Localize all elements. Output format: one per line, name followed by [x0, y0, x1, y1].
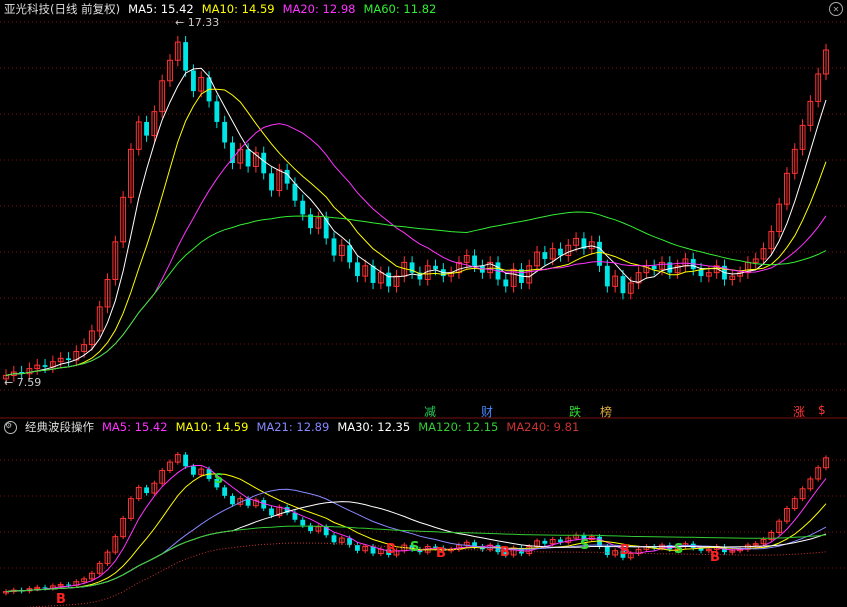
buy-mark: B	[386, 542, 396, 557]
signal-marker: 减	[424, 405, 437, 419]
top-candle	[292, 183, 298, 201]
top-candle	[245, 149, 251, 167]
top-candle	[558, 248, 563, 256]
bottom-candle	[222, 487, 228, 496]
top-candle	[269, 173, 274, 191]
sell-mark: S	[580, 538, 590, 553]
top-candle	[503, 279, 509, 287]
top-candle	[144, 121, 149, 136]
signal-marker: $	[818, 403, 826, 417]
signal-marker: 跌	[569, 405, 582, 419]
signal-marker: 榜	[600, 405, 613, 419]
top-candle	[300, 200, 306, 215]
bottom-candle	[542, 540, 548, 544]
buy-mark: B	[436, 546, 446, 561]
bottom-candle	[66, 584, 71, 586]
top-candle	[42, 365, 48, 367]
bottom-candle	[191, 466, 196, 475]
bottom-candle	[300, 519, 306, 526]
top-candle	[323, 217, 329, 239]
bottom-candle	[331, 535, 337, 543]
kline-chart[interactable]	[0, 0, 847, 607]
b-ma5-line	[5, 464, 827, 593]
top-candle	[472, 255, 477, 266]
top-candle	[604, 265, 610, 287]
top-candle	[331, 238, 337, 256]
buy-mark: B	[56, 592, 66, 607]
top-candle	[183, 42, 189, 71]
bottom-candle	[183, 454, 189, 467]
top-candle	[347, 245, 353, 263]
sell-mark: S	[214, 472, 224, 487]
signal-marker: 财	[481, 405, 494, 419]
top-candle	[597, 241, 602, 266]
signal-marker: 涨	[793, 405, 806, 419]
bottom-candle	[42, 587, 48, 589]
buy-mark: B	[710, 550, 720, 565]
low-price-label: ← 7.59	[4, 376, 42, 389]
top-candle	[66, 358, 71, 361]
top-candle	[542, 252, 548, 259]
sell-mark: S	[410, 540, 420, 555]
bottom-candle	[355, 545, 360, 551]
bottom-candle	[604, 546, 610, 555]
top-candle	[386, 272, 392, 287]
top-candle	[214, 101, 220, 122]
buy-mark: B	[500, 545, 510, 560]
top-candle	[222, 121, 228, 143]
ma10-line	[5, 88, 827, 376]
bottom-candle	[230, 495, 235, 505]
bottom-candle	[144, 487, 149, 494]
ma60-line	[5, 211, 827, 376]
buy-mark: B	[620, 543, 630, 558]
top-candle	[433, 265, 438, 270]
top-candle	[620, 276, 626, 294]
top-candle	[651, 265, 657, 270]
b-ma10-line	[5, 473, 827, 593]
top-candle	[191, 70, 196, 92]
bottom-candle	[269, 508, 274, 516]
top-candle	[355, 262, 360, 277]
sell-mark: S	[674, 542, 684, 557]
high-price-label: ← 17.33	[175, 16, 220, 29]
top-candle	[261, 152, 267, 174]
top-candle	[370, 265, 376, 283]
